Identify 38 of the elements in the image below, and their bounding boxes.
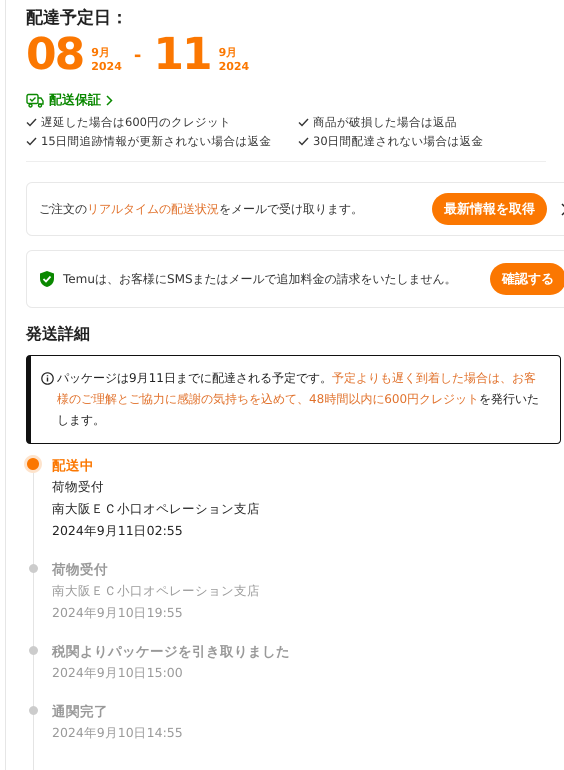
- shield-check-icon: [39, 270, 55, 288]
- event-detail: 2024年9月10日14:55: [52, 724, 184, 742]
- event-detail: 2024年9月11日02:55: [52, 522, 184, 540]
- event-detail: 2024年9月10日19:55: [52, 604, 184, 622]
- guarantee-link[interactable]: 配送保証: [49, 91, 101, 109]
- date-separator: -: [134, 44, 142, 66]
- truck-check-icon: [26, 92, 44, 108]
- date-month: 9月: [91, 46, 111, 60]
- guarantee-item: 遅延した場合は600円のクレジット: [41, 115, 231, 130]
- delivery-date-title: 配達予定日：: [26, 7, 129, 29]
- guarantee-item: 15日間追跡情報が更新されない場合は返金: [41, 134, 272, 149]
- check-icon: [26, 118, 37, 127]
- chevron-right-icon[interactable]: [106, 94, 113, 106]
- date-day: 11: [153, 33, 211, 77]
- date-month: 9月: [218, 46, 238, 60]
- event-detail: 荷物受付: [52, 478, 105, 496]
- event-detail: 南大阪ＥＣ小口オペレーション支店: [52, 500, 261, 518]
- check-icon: [298, 137, 309, 146]
- event-detail: 南大阪ＥＣ小口オペレーション支店: [52, 582, 261, 600]
- email-updates-text: ご注文の リアルタイムの配送状況をメールで受け取ります。: [39, 200, 364, 218]
- event-title: 通関完了: [52, 703, 109, 722]
- section-title: 発送詳細: [26, 324, 91, 345]
- check-icon: [26, 137, 37, 146]
- date-year: 2024: [218, 60, 250, 74]
- guarantee-item: 30日間配達されない場合は返金: [313, 134, 484, 149]
- event-title: 荷物受付: [52, 560, 109, 580]
- date-year: 2024: [91, 60, 122, 74]
- info-icon: [41, 372, 54, 385]
- security-notice-text: Temuは、お客様にSMSまたはメールで追加料金の請求をいたしません。: [63, 270, 458, 288]
- check-icon: [298, 118, 309, 127]
- event-detail: 2024年9月10日15:00: [52, 664, 184, 682]
- event-title: 税関よりパッケージを引き取りました: [52, 642, 291, 662]
- get-updates-button[interactable]: 最新情報を取得: [432, 193, 547, 225]
- event-title: 配送中: [52, 457, 95, 476]
- guarantee-item: 商品が破損した場合は返品: [313, 115, 457, 130]
- date-day: 08: [26, 33, 84, 77]
- notice-text: パッケージは9月11日までに配達される予定です。予定よりも遅く到着した場合は、お客様のご理解とご協力に感謝の気持ちを込めて、48時間以内に600円クレジット を発行いたします。: [57, 370, 540, 429]
- confirm-button[interactable]: 確認する: [490, 263, 564, 295]
